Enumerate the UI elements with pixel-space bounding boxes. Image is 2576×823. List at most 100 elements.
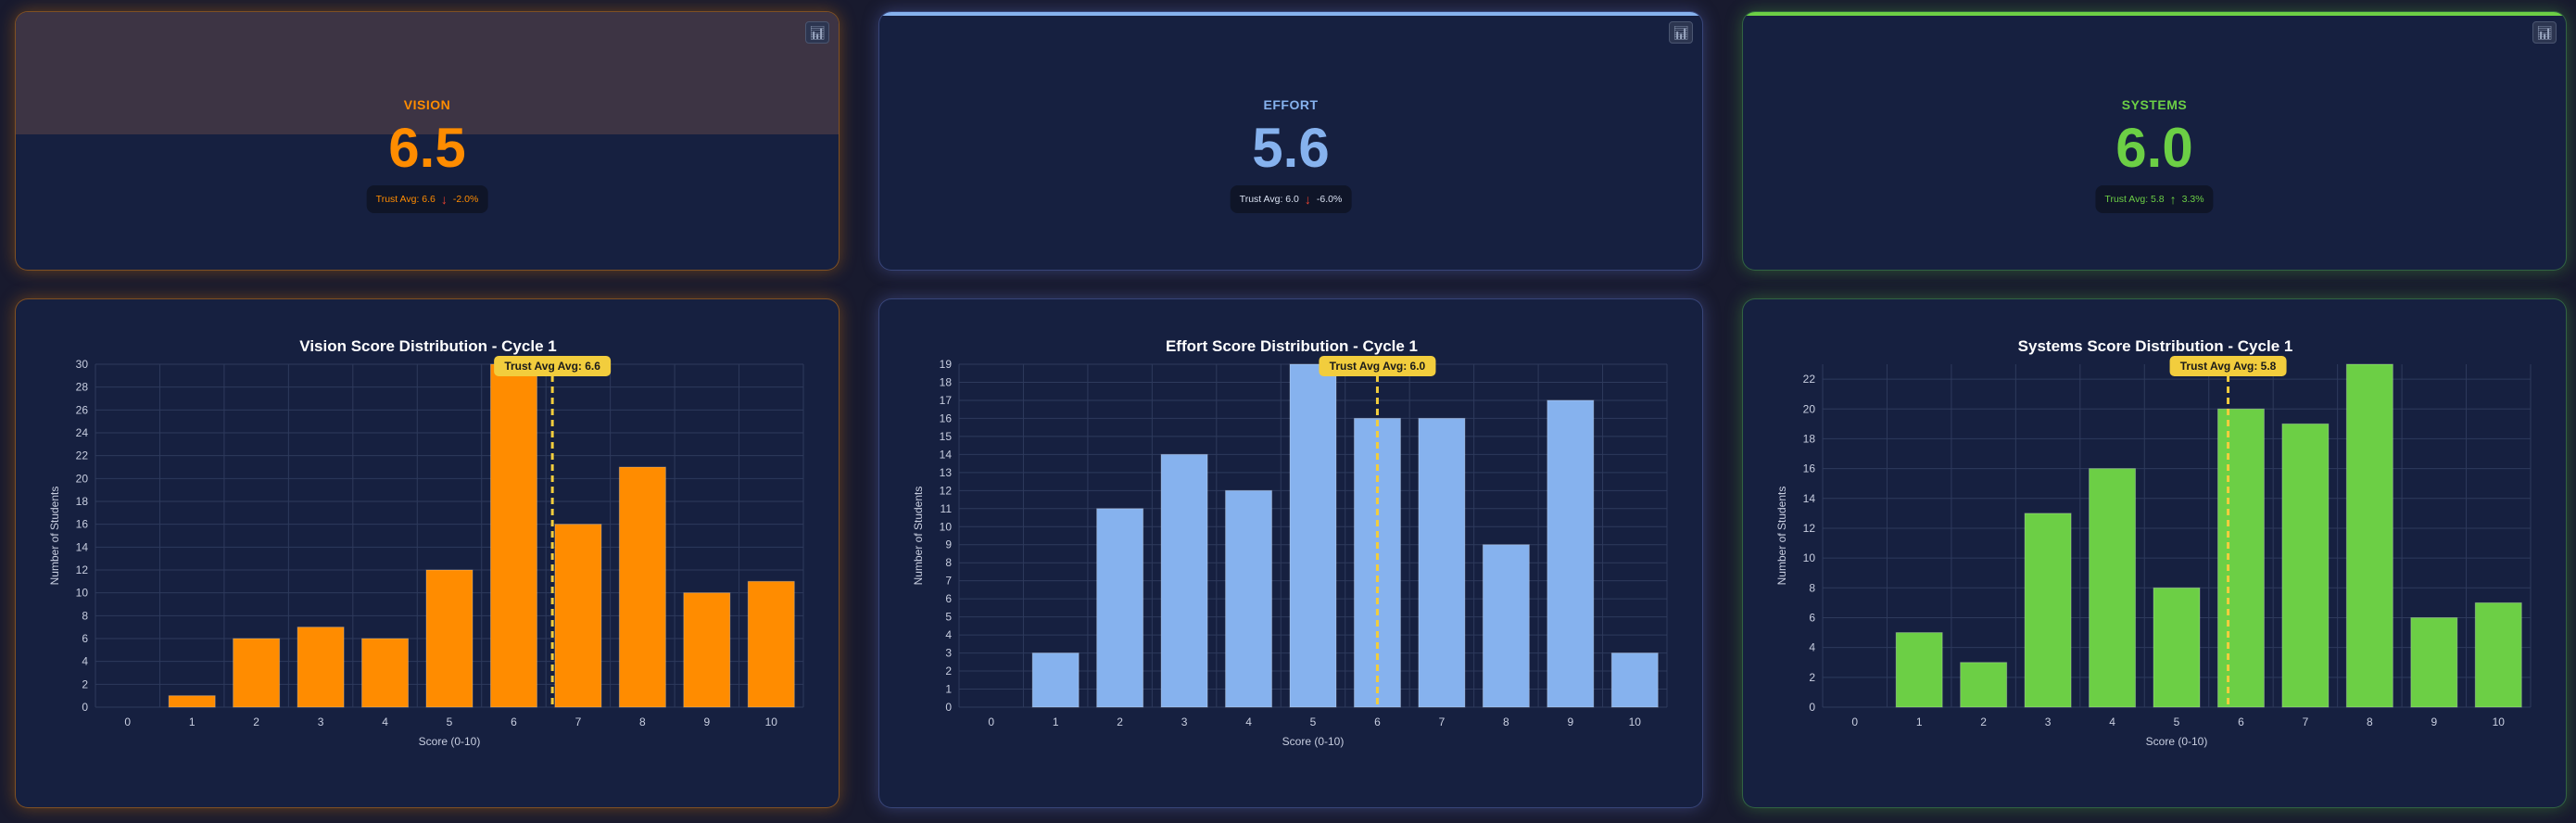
y-tick-label: 8 [1809, 581, 1815, 594]
bar [2024, 513, 2072, 708]
y-tick-label: 22 [1803, 373, 1816, 386]
y-tick-label: 22 [76, 449, 89, 462]
y-tick-label: 14 [940, 448, 953, 461]
y-tick-label: 4 [82, 655, 88, 668]
vision-chart-card: Vision Score Distribution - Cycle 1 0 2 4 6 8… [15, 298, 840, 808]
stat-value: 6.0 [2115, 117, 2193, 179]
x-tick-label: 5 [2174, 715, 2180, 728]
stat-label: EFFORT [1263, 97, 1319, 112]
y-tick-label: 20 [76, 472, 89, 485]
stat-value: 6.5 [388, 117, 466, 179]
x-tick-label: 2 [1117, 715, 1123, 728]
y-tick-label: 28 [76, 381, 89, 394]
bar [2089, 468, 2137, 708]
bar [233, 638, 281, 708]
y-tick-label: 13 [940, 466, 953, 479]
bar-chart-icon[interactable]: 📊︎ [805, 21, 829, 44]
y-axis-label: Number of Students [48, 487, 61, 586]
y-tick-label: 17 [940, 394, 953, 407]
x-tick-label: 8 [1503, 715, 1509, 728]
y-tick-label: 8 [945, 556, 952, 569]
x-tick-label: 2 [253, 715, 259, 728]
x-tick-label: 2 [1980, 715, 1987, 728]
y-tick-label: 18 [76, 495, 89, 508]
bar [1895, 632, 1943, 708]
x-tick-label: 4 [382, 715, 388, 728]
x-tick-label: 6 [1374, 715, 1381, 728]
bar [618, 466, 666, 708]
y-tick-label: 6 [945, 592, 952, 605]
stat-label: VISION [403, 97, 451, 112]
x-tick-label: 7 [2303, 715, 2309, 728]
vision-chart: Vision Score Distribution - Cycle 1 0 2 4 6 8… [48, 337, 804, 748]
x-tick-label: 9 [2431, 715, 2437, 728]
bar [747, 580, 795, 708]
y-tick-label: 10 [76, 587, 89, 600]
bar [2216, 408, 2265, 708]
trust-avg-text: Trust Avg: 6.6 [375, 194, 436, 205]
x-tick-label: 5 [447, 715, 453, 728]
bar [2153, 587, 2201, 708]
y-tick-label: 0 [1809, 701, 1815, 714]
trust-avg-badge: Trust Avg: 5.8 ↑ 3.3% [2095, 185, 2214, 213]
x-tick-label: 10 [765, 715, 778, 728]
y-tick-label: 11 [941, 502, 953, 515]
x-tick-label: 4 [2109, 715, 2115, 728]
x-tick-label: 7 [1439, 715, 1446, 728]
x-tick-label: 0 [1851, 715, 1858, 728]
x-tick-label: 8 [2367, 715, 2373, 728]
bar [168, 695, 216, 708]
arrow-down-icon: ↓ [1304, 192, 1311, 207]
chart-title: Vision Score Distribution - Cycle 1 [299, 337, 556, 355]
x-tick-label: 10 [2493, 715, 2506, 728]
x-tick-label: 0 [124, 715, 131, 728]
stat-value: 5.6 [1252, 117, 1330, 179]
bar [1960, 662, 2008, 708]
y-tick-label: 10 [1803, 551, 1816, 564]
x-tick-label: 9 [703, 715, 710, 728]
average-label: Trust Avg Avg: 5.8 [2180, 360, 2277, 373]
bar-chart-icon[interactable]: 📊︎ [1669, 21, 1693, 44]
y-axis-label: Number of Students [912, 487, 925, 586]
trust-delta: -6.0% [1316, 194, 1343, 205]
x-tick-label: 6 [511, 715, 517, 728]
x-tick-label: 1 [1916, 715, 1923, 728]
y-tick-label: 19 [940, 358, 953, 371]
effort-chart: Effort Score Distribution - Cycle 101234… [912, 337, 1668, 748]
x-tick-label: 3 [1181, 715, 1188, 728]
y-tick-label: 10 [940, 520, 953, 533]
bar [297, 627, 345, 708]
x-tick-label: 7 [575, 715, 582, 728]
y-tick-label: 16 [1803, 462, 1816, 475]
x-tick-label: 1 [1053, 715, 1059, 728]
y-tick-label: 3 [945, 647, 952, 660]
x-tick-label: 5 [1310, 715, 1317, 728]
y-tick-label: 18 [940, 375, 953, 388]
y-tick-label: 12 [76, 563, 89, 576]
y-tick-label: 14 [1803, 492, 1816, 505]
y-tick-label: 5 [945, 611, 952, 624]
bar-chart-icon[interactable]: 📊︎ [2532, 21, 2557, 44]
y-tick-label: 18 [1803, 432, 1816, 445]
bar [1225, 489, 1273, 708]
x-tick-label: 0 [988, 715, 994, 728]
average-label: Trust Avg Avg: 6.6 [504, 360, 600, 373]
y-tick-label: 8 [82, 609, 88, 622]
trust-delta: -2.0% [452, 194, 479, 205]
bar [425, 569, 474, 708]
effort-stat-card: 📊︎ EFFORT 5.6 Trust Avg: 6.0 ↓ -6.0% [878, 11, 1703, 271]
y-tick-label: 7 [945, 575, 952, 588]
bar [1031, 652, 1080, 708]
bar [1610, 652, 1659, 708]
y-tick-label: 2 [82, 677, 88, 690]
x-tick-label: 10 [1629, 715, 1642, 728]
systems-stat-card: 📊︎ SYSTEMS 6.0 Trust Avg: 5.8 ↑ 3.3% [1742, 11, 2567, 271]
y-axis-label: Number of Students [1775, 487, 1788, 586]
y-tick-label: 0 [945, 701, 952, 714]
chart-title: Systems Score Distribution - Cycle 1 [2018, 337, 2293, 355]
y-tick-label: 15 [940, 430, 953, 443]
bar [2474, 601, 2522, 708]
bar [554, 524, 602, 708]
y-tick-label: 12 [1803, 522, 1816, 535]
trust-avg-text: Trust Avg: 6.0 [1239, 194, 1299, 205]
